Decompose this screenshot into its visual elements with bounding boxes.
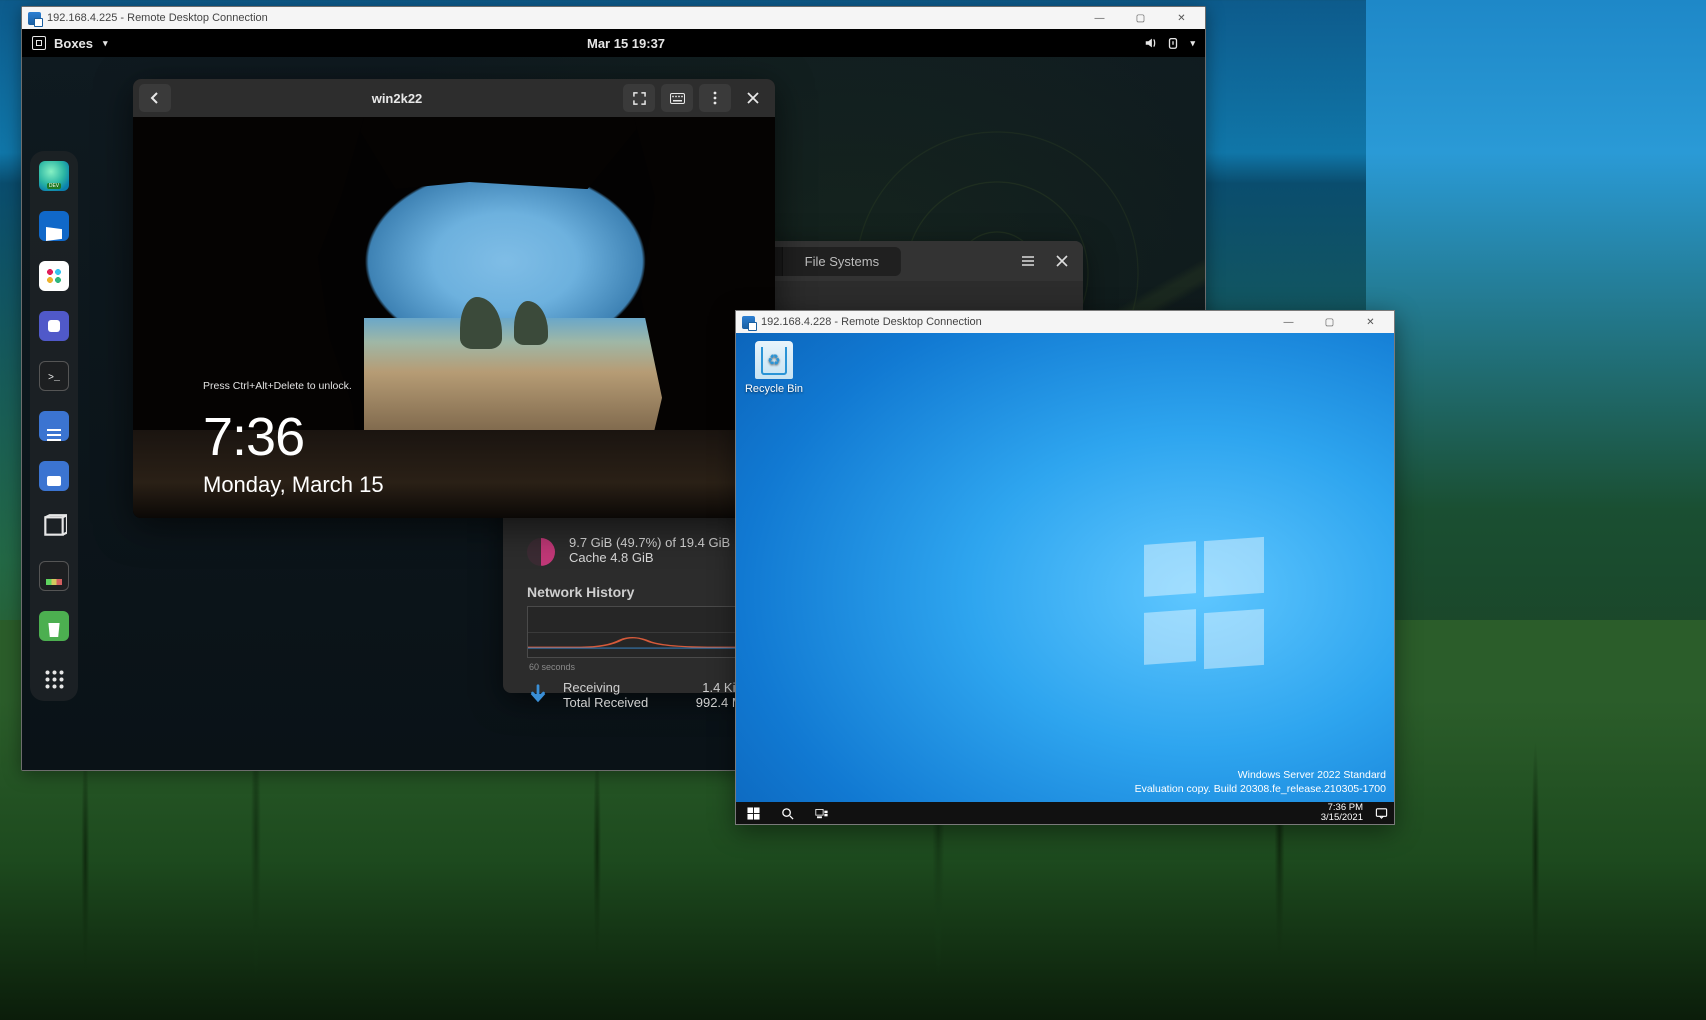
rdp-228-title-text: 192.168.4.228 - Remote Desktop Connectio… [761, 316, 982, 328]
recycle-bin[interactable]: Recycle Bin [744, 341, 804, 395]
dock-outlook[interactable] [39, 211, 69, 241]
tab-file-systems[interactable]: File Systems [783, 247, 901, 276]
task-view-button[interactable] [804, 802, 838, 824]
gnome-app-menu-label[interactable]: Boxes [54, 36, 93, 51]
xaxis-60s: 60 seconds [529, 662, 575, 672]
close-button[interactable]: ✕ [1164, 7, 1199, 29]
lockscreen-cave [351, 117, 646, 189]
boxes-vm-window[interactable]: win2k22 [133, 79, 775, 518]
back-button[interactable] [139, 84, 171, 112]
rdp-icon [742, 316, 755, 329]
send-keys-button[interactable] [661, 84, 693, 112]
hamburger-menu-button[interactable] [1011, 246, 1045, 276]
boxes-header[interactable]: win2k22 [133, 79, 775, 117]
dock-edge-dev[interactable] [39, 161, 69, 191]
close-button[interactable] [737, 84, 769, 112]
chevron-down-icon: ▾ [103, 38, 108, 49]
gnome-top-bar[interactable]: Boxes ▾ Mar 15 19:37 ▾ [22, 29, 1205, 57]
system-tray[interactable]: 7:36 PM 3/15/2021 [1317, 803, 1394, 823]
volume-icon[interactable] [1144, 36, 1158, 50]
search-button[interactable] [770, 802, 804, 824]
windows-logo [1144, 543, 1264, 663]
memory-usage-text: 9.7 GiB (49.7%) of 19.4 GiB [569, 535, 730, 550]
gnome-dock [30, 151, 78, 701]
rdp-225-title-text: 192.168.4.225 - Remote Desktop Connectio… [47, 12, 268, 24]
rdp-228-titlebar[interactable]: 192.168.4.228 - Remote Desktop Connectio… [736, 311, 1394, 333]
rdp-icon [28, 12, 41, 25]
dock-todo[interactable] [39, 411, 69, 441]
start-button[interactable] [736, 802, 770, 824]
total-received-label: Total Received [563, 695, 648, 710]
boxes-vm-title: win2k22 [177, 91, 617, 106]
lock-date: Monday, March 15 [203, 472, 384, 498]
taskbar-clock[interactable]: 7:36 PM 3/15/2021 [1317, 803, 1367, 823]
boxes-app-icon [32, 36, 46, 50]
gnome-clock[interactable]: Mar 15 19:37 [587, 36, 665, 51]
lock-screen-text: Press Ctrl+Alt+Delete to unlock. 7:36 Mo… [203, 380, 384, 498]
close-button[interactable]: ✕ [1353, 311, 1388, 333]
dock-screenshot[interactable] [39, 461, 69, 491]
notifications-icon[interactable] [1375, 807, 1388, 820]
windows-server-desktop[interactable]: Recycle Bin Windows Server 2022 Standard… [736, 333, 1394, 802]
close-button[interactable] [1045, 246, 1079, 276]
chevron-down-icon[interactable]: ▾ [1190, 38, 1195, 49]
fullscreen-button[interactable] [623, 84, 655, 112]
recycle-bin-label: Recycle Bin [744, 383, 804, 395]
receiving-label: Receiving [563, 680, 648, 695]
minimize-button[interactable]: — [1271, 311, 1306, 333]
memory-cache-text: Cache 4.8 GiB [569, 550, 730, 565]
watermark-edition: Windows Server 2022 Standard [1135, 768, 1386, 782]
dock-system-monitor[interactable] [39, 561, 69, 591]
rdp-225-titlebar[interactable]: 192.168.4.225 - Remote Desktop Connectio… [22, 7, 1205, 29]
vm-lock-screen[interactable]: Press Ctrl+Alt+Delete to unlock. 7:36 Mo… [133, 117, 775, 518]
dock-show-apps[interactable] [39, 661, 69, 691]
taskbar-date: 3/15/2021 [1321, 813, 1363, 823]
minimize-button[interactable]: — [1082, 7, 1117, 29]
dock-slack[interactable] [39, 261, 69, 291]
dock-trash[interactable] [39, 611, 69, 641]
memory-pie-icon [527, 538, 555, 566]
lockscreen-rocks [403, 285, 596, 341]
download-arrow-icon [527, 683, 549, 705]
windows-watermark: Windows Server 2022 Standard Evaluation … [1135, 768, 1386, 796]
dock-terminal[interactable] [39, 361, 69, 391]
watermark-build: Evaluation copy. Build 20308.fe_release.… [1135, 782, 1386, 796]
dock-teams[interactable] [39, 311, 69, 341]
lock-time: 7:36 [203, 410, 384, 464]
recycle-bin-icon [755, 341, 793, 379]
maximize-button[interactable]: ▢ [1123, 7, 1158, 29]
rdp-window-228[interactable]: 192.168.4.228 - Remote Desktop Connectio… [735, 310, 1395, 825]
kebab-menu-button[interactable] [699, 84, 731, 112]
windows-taskbar[interactable]: 7:36 PM 3/15/2021 [736, 802, 1394, 824]
maximize-button[interactable]: ▢ [1312, 311, 1347, 333]
dock-boxes[interactable] [39, 511, 69, 541]
lock-hint: Press Ctrl+Alt+Delete to unlock. [203, 380, 384, 392]
power-icon[interactable] [1166, 36, 1180, 50]
